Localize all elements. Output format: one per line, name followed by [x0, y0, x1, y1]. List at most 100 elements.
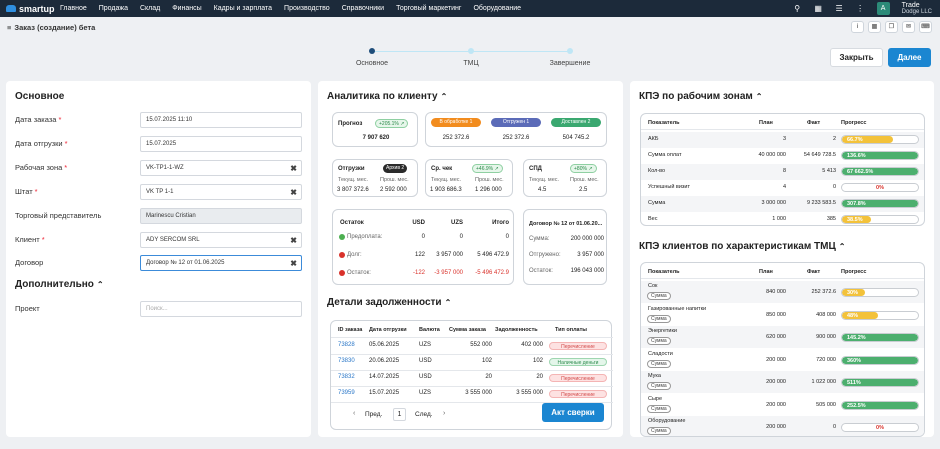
archive-badge[interactable]: Архив 2	[383, 164, 408, 173]
contract-select[interactable]: Договор № 12 от 01.06.2025 ✖	[140, 255, 302, 271]
grid-icon[interactable]: ▦	[814, 4, 823, 13]
progress-bar: 136.6%	[841, 151, 919, 160]
ship-date-input[interactable]: 15.07.2025	[140, 136, 302, 152]
col-order-id: ID заказа	[338, 327, 363, 333]
step-goods[interactable]: ТМЦ	[441, 46, 501, 67]
shipments-label: Отгрузки	[338, 166, 365, 172]
nav-item-sales[interactable]: Продажа	[99, 5, 128, 12]
ship-date: 15.07.2025	[369, 390, 400, 396]
field-label: Договор	[15, 258, 44, 267]
progress-bar: 0%	[841, 423, 919, 432]
kpi-plan: 200 000	[766, 379, 786, 385]
col-plan: План	[759, 120, 773, 126]
debt-label: Долг:	[347, 252, 362, 258]
clear-icon[interactable]: ✖	[290, 259, 297, 268]
pager-next[interactable]: След.	[415, 411, 433, 418]
nav-item-finance[interactable]: Финансы	[172, 5, 201, 12]
progress-bar: 38.5%	[841, 215, 919, 224]
info-icon[interactable]: i	[851, 21, 864, 33]
step-label: ТМЦ	[463, 60, 479, 67]
spd-cur-label: Текущ. мес.	[529, 177, 560, 183]
main-menu: Главное Продажа Склад Финансы Кадры и за…	[60, 5, 521, 12]
pager-prev[interactable]: Пред.	[365, 411, 382, 418]
section-title-extra[interactable]: Дополнительно ⌃	[15, 279, 104, 290]
kpi-name: Вес	[648, 216, 658, 222]
debt-amount: 102	[532, 358, 543, 364]
kpi-fact: 900 000	[816, 334, 836, 340]
nav-item-main[interactable]: Главное	[60, 5, 87, 12]
balance-header-uzs: UZS	[451, 220, 463, 226]
kpi-chip: Сумма	[647, 382, 671, 390]
reconciliation-button[interactable]: Акт сверки	[542, 403, 604, 422]
logo[interactable]: smartup	[0, 4, 60, 14]
company-switcher[interactable]: Trade Dodge LLC	[902, 2, 932, 16]
kpi-plan: 3	[782, 136, 786, 142]
balance-header-total: Итого	[492, 220, 509, 226]
pager-current-page[interactable]: 1	[393, 408, 406, 421]
col-fact: Факт	[807, 120, 821, 126]
pager-prev-icon[interactable]: ‹	[353, 410, 355, 417]
section-title-kpi-zones[interactable]: КПЭ по рабочим зонам ⌃	[639, 91, 762, 102]
kpi-fact: 505 000	[816, 401, 836, 408]
calendar-icon[interactable]: ▦	[868, 21, 881, 33]
clear-icon[interactable]: ✖	[290, 188, 297, 197]
step-finish[interactable]: Завершение	[540, 46, 600, 67]
order-id-link[interactable]: 73959	[338, 390, 355, 396]
avatar[interactable]: A	[876, 2, 890, 15]
clear-icon[interactable]: ✖	[290, 236, 297, 245]
close-button[interactable]: Закрыть	[830, 48, 883, 67]
kpi-fact: 0	[832, 184, 836, 190]
kpi-fact: 54 649 728.5	[803, 152, 836, 158]
field-label: Клиент *	[15, 235, 45, 244]
kpi-plan: 200 000	[766, 401, 786, 408]
order-date-input[interactable]: 15.07.2025 11:10	[140, 112, 302, 128]
balance-header-usd: USD	[412, 220, 425, 226]
field-label: Дата заказа *	[15, 115, 62, 124]
prepay-usd: 0	[421, 234, 425, 240]
progress-label: 511%	[847, 380, 861, 386]
divider	[331, 337, 613, 338]
client-select[interactable]: ADY SERCOM SRL ✖	[140, 232, 302, 248]
kpi-clients-table: Показатель План Факт Прогресс Сок Сумма 84…	[640, 262, 925, 437]
nav-item-warehouse[interactable]: Склад	[140, 5, 160, 12]
keyboard-icon[interactable]: ⌨	[919, 21, 932, 33]
nav-item-hr[interactable]: Кадры и зарплата	[214, 5, 272, 12]
field-ship-date: Дата отгрузки * 15.07.2025	[15, 136, 305, 152]
section-title-analytics[interactable]: Аналитика по клиенту ⌃	[327, 91, 447, 102]
order-id-link[interactable]: 73828	[338, 342, 355, 348]
step-dot	[468, 48, 474, 54]
apps-icon[interactable]: ⋮	[856, 4, 865, 13]
nav-item-trade-marketing[interactable]: Торговый маркетинг	[396, 5, 461, 12]
work-zone-select[interactable]: VK-TP1-1-WZ ✖	[140, 160, 302, 176]
debt-amount: 3 555 000	[516, 390, 543, 396]
menu-icon[interactable]: ≡	[7, 23, 11, 32]
copy-icon[interactable]: ❐	[885, 21, 898, 33]
debt-uzs: 3 957 000	[436, 252, 463, 258]
header-tools: i ▦ ❐ ✉ ⌨	[851, 21, 932, 33]
kpi-fact: 9 233 583.5	[806, 200, 836, 206]
nav-item-production[interactable]: Производство	[284, 5, 330, 12]
clear-icon[interactable]: ✖	[290, 164, 297, 173]
spd-card: СПД +80% ↗ Текущ. мес. Прош. мес. 4.5 2.…	[523, 159, 607, 197]
next-button[interactable]: Далее	[888, 48, 931, 67]
status-card: В обработке 1 Отгружен 1 Доставлен 2 252…	[425, 112, 607, 147]
chat-icon[interactable]: ✉	[902, 21, 915, 33]
staff-select[interactable]: VK TP 1-1 ✖	[140, 184, 302, 200]
search-icon[interactable]: ⚲	[793, 4, 802, 13]
section-title-kpi-clients[interactable]: КПЭ клиентов по характеристикам ТМЦ ⌃	[639, 241, 845, 252]
currency: UZS	[419, 342, 431, 348]
step-main[interactable]: Основное	[342, 46, 402, 67]
pager-next-icon[interactable]: ›	[443, 410, 445, 417]
list-icon[interactable]: ☰	[835, 4, 844, 13]
forecast-value: 7 907 620	[362, 135, 390, 141]
order-id-link[interactable]: 73832	[338, 374, 355, 380]
section-title-debt[interactable]: Детали задолженности ⌃	[327, 297, 451, 308]
order-id-link[interactable]: 73830	[338, 358, 355, 364]
nav-item-equipment[interactable]: Оборудование	[473, 5, 521, 12]
kpi-fact: 0	[832, 424, 836, 430]
project-search-input[interactable]: Поиск...	[140, 301, 302, 317]
field-label: Проект	[15, 304, 40, 313]
progress-bar: 0%	[841, 183, 919, 192]
forecast-badge: +205.1% ↗	[375, 119, 409, 128]
nav-item-references[interactable]: Справочники	[342, 5, 384, 12]
